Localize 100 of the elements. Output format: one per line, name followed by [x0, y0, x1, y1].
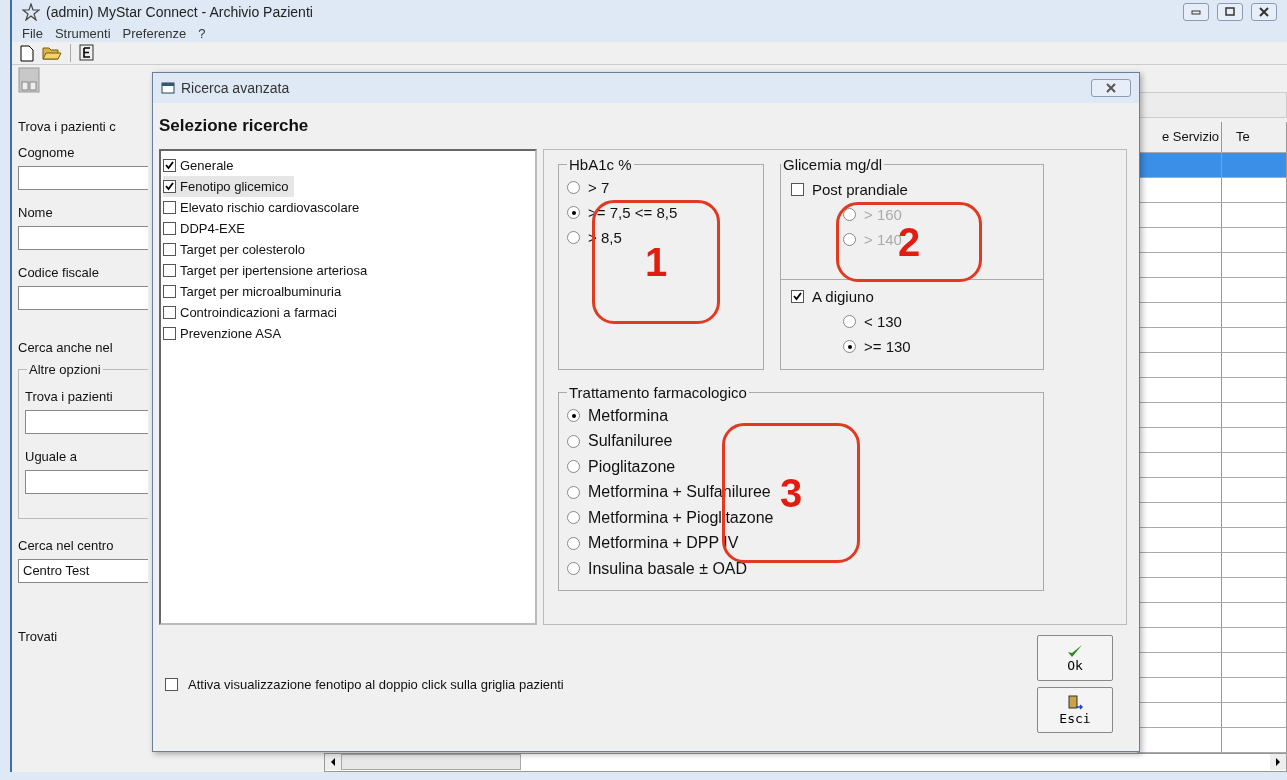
center-dropdown[interactable]: Centro Test	[18, 558, 148, 583]
horizontal-scrollbar[interactable]	[324, 752, 1287, 772]
radio-button[interactable]	[567, 409, 580, 423]
checkmark-icon	[1067, 643, 1083, 658]
item-label: Target per colesterolo	[180, 242, 305, 257]
item-label: Controindicazioni a farmaci	[180, 305, 337, 320]
column-header[interactable]: Te	[1222, 121, 1287, 152]
field-label: Uguale a	[25, 448, 79, 464]
section-heading: Selezione ricerche	[159, 115, 310, 137]
radio-button[interactable]	[843, 315, 856, 328]
search-list-item[interactable]: Prevenzione ASA	[163, 323, 288, 344]
search-list-item[interactable]: Controindicazioni a farmaci	[163, 302, 343, 323]
field-label: Cognome	[18, 144, 76, 160]
checkbox[interactable]	[163, 222, 176, 235]
star-icon	[22, 3, 40, 22]
option-label: < 130	[864, 313, 902, 330]
search-list-item[interactable]: Elevato rischio cardiovascolare	[163, 197, 366, 218]
search-list-item[interactable]: Generale	[163, 155, 240, 176]
radio-button[interactable]	[567, 460, 580, 474]
group-title: Glicemia mg/dl	[782, 156, 884, 173]
window-icon	[161, 82, 175, 94]
window-title: (admin) MyStar Connect - Archivio Pazienti	[46, 4, 313, 21]
radio-button[interactable]	[567, 562, 580, 576]
minimize-button[interactable]	[1183, 3, 1209, 22]
option-label: Pioglitazone	[588, 457, 676, 476]
maximize-icon	[1225, 7, 1235, 18]
scroll-right-icon[interactable]	[1270, 754, 1286, 771]
checkbox[interactable]	[163, 285, 176, 298]
maximize-button[interactable]	[1217, 3, 1243, 22]
radio-button[interactable]	[843, 340, 856, 353]
field-label: Nome	[18, 204, 54, 220]
option-label: Sulfaniluree	[588, 432, 673, 451]
checkbox[interactable]	[163, 264, 176, 277]
checkbox[interactable]	[163, 159, 176, 172]
option-label: Cerca anche nel	[18, 339, 114, 355]
menu-item[interactable]: ?	[198, 25, 206, 41]
instruction-label: Trova i pazienti c	[18, 118, 117, 134]
checkbox-label: Attiva visualizzazione fenotipo al doppio click sulla griglia pazienti	[188, 676, 564, 692]
radio-button[interactable]	[567, 485, 580, 499]
radio-button[interactable]	[567, 434, 580, 448]
radio-button[interactable]	[567, 231, 580, 244]
option-label: > 7	[588, 179, 610, 196]
minimize-icon	[1191, 9, 1201, 16]
field-label: Codice fiscale	[18, 264, 100, 280]
option-label: Metformina + DPP IV	[588, 534, 739, 553]
input-field[interactable]	[18, 165, 148, 190]
option-label: Insulina basale ± OAD	[588, 559, 748, 578]
checkbox[interactable]	[791, 183, 804, 196]
item-label: Generale	[180, 158, 234, 173]
door-arrow-icon	[1067, 694, 1083, 711]
exit-button[interactable]: Esci	[1037, 687, 1113, 733]
menu-item[interactable]: File	[22, 25, 43, 41]
ok-button[interactable]: Ok	[1037, 635, 1113, 681]
menu-item[interactable]: Strumenti	[54, 25, 111, 41]
open-folder-icon[interactable]	[42, 45, 62, 62]
search-list-item[interactable]: Fenotipo glicemico	[163, 176, 295, 197]
item-label: Target per microalbuminuria	[180, 284, 342, 299]
checkbox[interactable]	[791, 290, 804, 303]
item-label: Prevenzione ASA	[180, 326, 282, 341]
dialog-title: Ricerca avanzata	[181, 80, 290, 96]
menu-item[interactable]: Preferenze	[122, 25, 187, 41]
radio-button[interactable]	[567, 536, 580, 550]
option-label: Metformina	[588, 406, 669, 425]
radio-button[interactable]	[567, 206, 580, 219]
checkbox[interactable]	[163, 201, 176, 214]
checkbox[interactable]	[163, 243, 176, 256]
radio-button[interactable]	[567, 181, 580, 194]
new-document-icon[interactable]	[20, 44, 34, 62]
field-label: Trova i pazienti	[25, 388, 114, 404]
item-label: Fenotipo glicemico	[180, 179, 289, 194]
option-label: > 160	[864, 206, 902, 223]
radio-button[interactable]	[567, 511, 580, 525]
close-icon	[1258, 7, 1270, 18]
close-icon	[1105, 83, 1117, 93]
radio-button[interactable]	[843, 208, 856, 221]
checkbox[interactable]	[163, 327, 176, 340]
checkbox[interactable]	[163, 180, 176, 193]
close-button[interactable]	[1251, 3, 1277, 22]
input-field[interactable]	[18, 285, 148, 310]
search-list-item[interactable]: Target per ipertensione arteriosa	[163, 260, 374, 281]
input-field[interactable]	[25, 469, 148, 494]
input-field[interactable]	[18, 225, 148, 250]
option-label: >= 130	[864, 338, 911, 355]
search-list-item[interactable]: DDP4-EXE	[163, 218, 252, 239]
search-list-item[interactable]: Target per colesterolo	[163, 239, 311, 260]
radio-button[interactable]	[843, 233, 856, 246]
option-label: Post prandiale	[812, 181, 908, 198]
checkbox[interactable]	[163, 306, 176, 319]
checkbox[interactable]	[165, 677, 178, 691]
found-label: Trovati	[18, 628, 59, 644]
item-label: Elevato rischio cardiovascolare	[180, 200, 360, 215]
group-title: Trattamento farmacologico	[568, 384, 748, 401]
field-label: Cerca nel centro	[18, 537, 115, 553]
document-e-icon[interactable]	[79, 44, 95, 63]
scroll-left-icon[interactable]	[325, 754, 341, 771]
item-label: DDP4-EXE	[180, 221, 246, 236]
input-field[interactable]	[25, 409, 148, 434]
close-button[interactable]	[1091, 79, 1131, 97]
search-list-item[interactable]: Target per microalbuminuria	[163, 281, 348, 302]
item-label: Target per ipertensione arteriosa	[180, 263, 368, 278]
